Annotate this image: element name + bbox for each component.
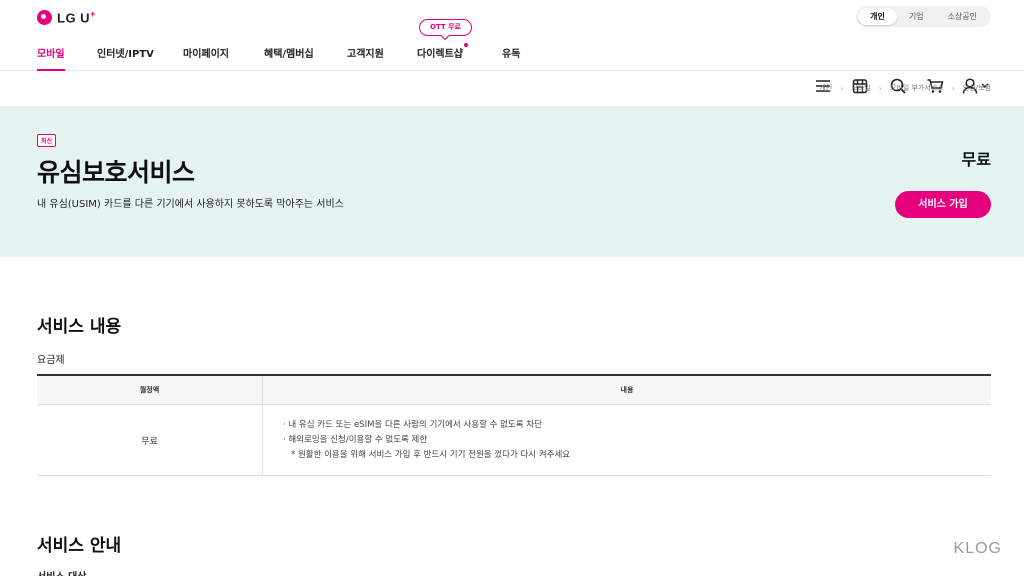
- nav-mobile[interactable]: 모바일: [37, 45, 65, 71]
- section-title-service-content: 서비스 내용: [37, 317, 122, 337]
- nav-direct-shop-label: 다이렉트샵: [417, 49, 463, 60]
- service-hero: 최신 유심보호서비스 내 유심(USIM) 카드를 다른 기기에서 사용하지 못…: [0, 106, 1024, 257]
- segment-business[interactable]: 기업: [897, 8, 936, 25]
- table-row: 무료 · 내 유심 카드 또는 eSIM을 다른 사람의 기기에서 사용할 수 …: [37, 405, 991, 476]
- header-monthly-fee: 월정액: [139, 386, 160, 394]
- chevron-right-icon: ›: [878, 83, 882, 93]
- service-description: 내 유심(USIM) 카드를 다른 기기에서 사용하지 못하도록 막아주는 서비…: [37, 199, 344, 210]
- breadcrumb-mobile[interactable]: 모바일: [851, 83, 870, 93]
- breadcrumb-personal[interactable]: 개인: [819, 83, 832, 93]
- nav-internet-iptv[interactable]: 인터넷/IPTV: [97, 45, 154, 71]
- top-bar: LG U+ 개인 기업 소상공인: [0, 0, 1024, 34]
- main-nav: 모바일 인터넷/IPTV 마이페이지 혜택/멤버십 고객지원 다이렉트샵 유독: [0, 34, 1024, 94]
- customer-type-toggle: 개인 기업 소상공인: [856, 6, 991, 27]
- breadcrumb-addon[interactable]: 모바일 부가서비스: [890, 83, 944, 93]
- brand-plus: +: [90, 9, 96, 19]
- content-line: · 내 유심 카드 또는 eSIM을 다른 사람의 기기에서 사용할 수 없도록…: [283, 420, 542, 430]
- brand-name: LG U: [57, 10, 91, 26]
- nav-mypage[interactable]: 마이페이지: [183, 45, 229, 71]
- nav-support[interactable]: 고객지원: [347, 45, 384, 71]
- nav-direct-shop[interactable]: 다이렉트샵: [417, 43, 468, 71]
- section-title-service-guide: 서비스 안내: [37, 536, 122, 556]
- join-service-button[interactable]: 서비스 가입: [895, 191, 991, 218]
- fee-cell: 무료: [141, 436, 158, 447]
- klog-watermark: KLOG: [953, 540, 1002, 557]
- table-header: 월정액 내용: [37, 376, 991, 405]
- page-title: 유심보호서비스: [37, 158, 195, 187]
- nav-benefits[interactable]: 혜택/멤버십: [264, 45, 314, 71]
- ott-free-badge: OTT 무료: [419, 19, 472, 36]
- nav-subscribe[interactable]: 유독: [502, 45, 520, 71]
- content-cell: · 내 유심 카드 또는 eSIM을 다른 사람의 기기에서 사용할 수 없도록…: [262, 405, 991, 475]
- subsection-title-target: 서비스 대상: [37, 568, 86, 576]
- segment-small-business[interactable]: 소상공인: [936, 8, 989, 25]
- breadcrumb-safety[interactable]: 안심/보험: [963, 83, 991, 93]
- chevron-right-icon: ›: [840, 83, 844, 93]
- new-badge: 최신: [37, 134, 57, 147]
- content-line: · 해외로밍을 신청/이용할 수 없도록 제한: [283, 435, 428, 445]
- breadcrumb: 개인 › 모바일 › 모바일 부가서비스 › 안심/보험: [819, 83, 991, 93]
- logo-icon: [37, 9, 52, 25]
- lg-uplus-logo[interactable]: LG U+: [37, 9, 96, 25]
- segment-personal[interactable]: 개인: [858, 8, 897, 25]
- header-content: 내용: [262, 376, 991, 404]
- plan-table: 월정액 내용 무료 · 내 유심 카드 또는 eSIM을 다른 사람의 기기에서…: [37, 374, 991, 476]
- new-dot: [464, 43, 468, 47]
- chevron-right-icon: ›: [951, 83, 955, 93]
- subsection-title-plan: 요금제: [37, 355, 65, 366]
- content-note: * 원활한 이용을 위해 서비스 가입 후 반드시 기기 전원을 껐다가 다시 …: [291, 450, 571, 460]
- service-price: 무료: [961, 150, 991, 169]
